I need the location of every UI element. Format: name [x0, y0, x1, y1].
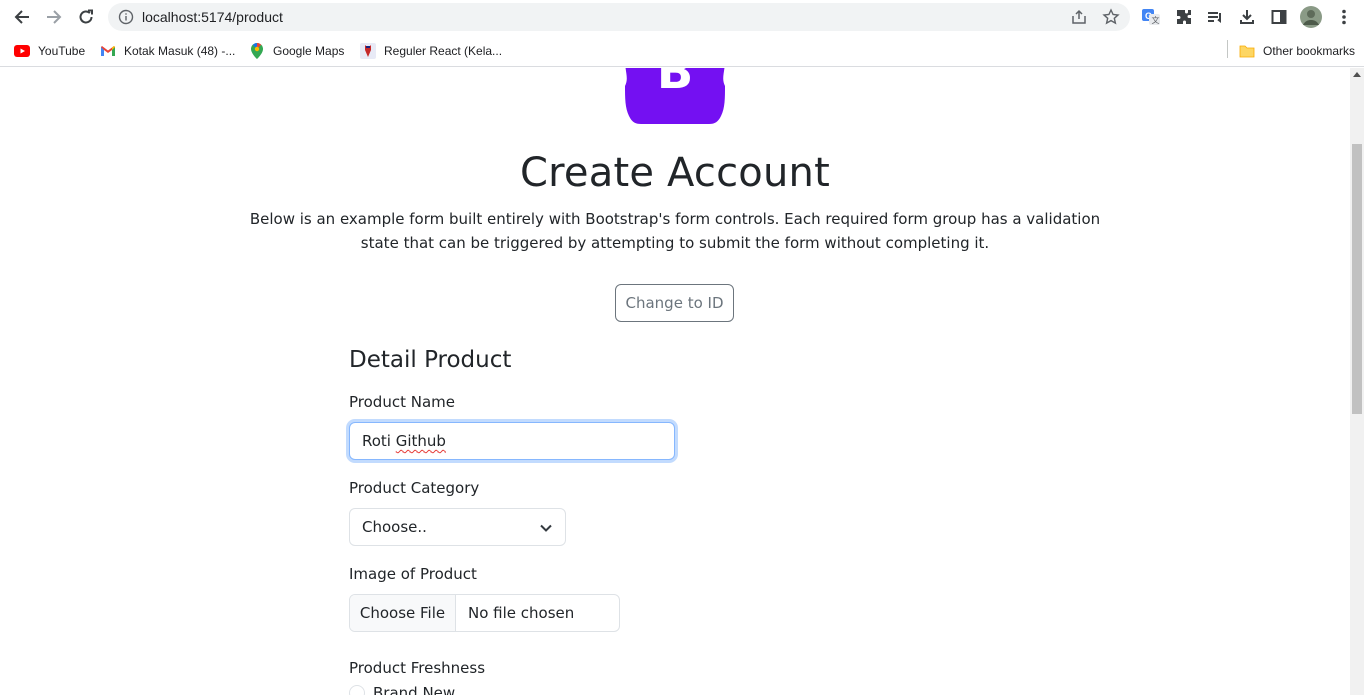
product-name-input[interactable]: Roti Github [349, 422, 675, 460]
share-icon[interactable] [1070, 8, 1088, 26]
freshness-option-label: Brand New [373, 684, 456, 695]
scroll-up-icon[interactable] [1353, 72, 1361, 77]
gmail-icon [100, 43, 116, 59]
download-icon[interactable] [1236, 6, 1258, 28]
url-text[interactable]: localhost:5174/product [142, 9, 283, 25]
section-title: Detail Product [349, 347, 512, 373]
file-status-text: No file chosen [468, 604, 575, 622]
product-name-value-second: Github [395, 432, 446, 450]
translate-icon[interactable]: G文 [1140, 6, 1162, 28]
chevron-down-icon [540, 524, 552, 532]
address-bar[interactable]: localhost:5174/product [108, 3, 1130, 31]
folder-icon [1239, 43, 1255, 59]
product-name-label: Product Name [349, 393, 455, 411]
menu-icon[interactable] [1333, 6, 1355, 28]
extensions-icon[interactable] [1173, 6, 1195, 28]
page-viewport: B Create Account Below is an example for… [0, 68, 1350, 695]
react-course-icon [360, 43, 376, 59]
product-freshness-label: Product Freshness [349, 659, 486, 677]
reading-list-icon[interactable] [1204, 6, 1226, 28]
bookmarks-bar: YouTube Kotak Masuk (48) -... Google Map… [0, 35, 1364, 67]
other-bookmarks[interactable]: Other bookmarks [1239, 41, 1355, 61]
vertical-scrollbar[interactable] [1350, 68, 1364, 695]
product-category-select[interactable]: Choose.. [349, 508, 566, 546]
side-panel-icon[interactable] [1268, 6, 1290, 28]
reload-icon[interactable] [74, 5, 98, 29]
page-title: Create Account [520, 150, 830, 196]
youtube-icon [14, 43, 30, 59]
site-info-icon[interactable] [118, 9, 134, 25]
other-bookmarks-label: Other bookmarks [1263, 44, 1356, 58]
star-icon[interactable] [1102, 8, 1120, 26]
freshness-option-brand-new[interactable]: Brand New [349, 684, 455, 695]
product-category-label: Product Category [349, 479, 480, 497]
image-of-product-label: Image of Product [349, 565, 477, 583]
bookmark-label: Kotak Masuk (48) -... [124, 44, 236, 58]
bookmark-google-maps[interactable]: Google Maps [249, 41, 344, 61]
bookmarks-separator [1227, 40, 1228, 58]
profile-avatar-icon[interactable] [1300, 6, 1322, 28]
svg-text:文: 文 [1152, 15, 1160, 25]
bookmark-gmail[interactable]: Kotak Masuk (48) -... [100, 41, 235, 61]
bootstrap-logo-icon: B [625, 68, 725, 124]
product-category-value: Choose.. [362, 518, 427, 536]
page-lead: Below is an example form built entirely … [249, 210, 1101, 252]
logo-letter: B [657, 68, 694, 100]
maps-icon [249, 43, 265, 59]
product-name-value-first: Roti [362, 432, 396, 450]
change-language-button[interactable]: Change to ID [615, 284, 734, 322]
browser-toolbar: localhost:5174/product G文 [0, 0, 1364, 35]
back-icon[interactable] [10, 5, 34, 29]
bookmark-youtube[interactable]: YouTube [14, 41, 85, 61]
bookmark-label: Google Maps [273, 44, 345, 58]
scrollbar-thumb[interactable] [1352, 144, 1362, 414]
bookmark-label: YouTube [38, 44, 86, 58]
bookmark-label: Reguler React (Kela... [384, 44, 503, 58]
choose-file-button[interactable]: Choose File [350, 595, 456, 631]
bookmark-reguler-react[interactable]: Reguler React (Kela... [360, 41, 502, 61]
radio-button[interactable] [349, 685, 365, 695]
product-image-file-input[interactable]: Choose File No file chosen [349, 594, 620, 632]
forward-icon[interactable] [42, 5, 66, 29]
